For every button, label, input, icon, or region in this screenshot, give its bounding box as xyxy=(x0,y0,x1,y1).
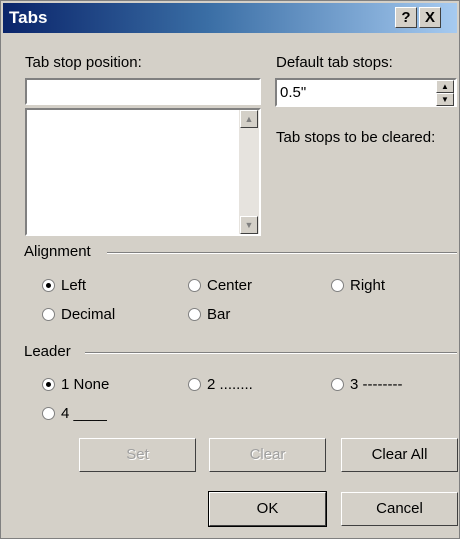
set-button[interactable]: Set xyxy=(79,438,196,472)
ok-button[interactable]: OK xyxy=(208,491,327,527)
tabs-dialog: Tabs ? X Tab stop position: ▲ ▼ Default … xyxy=(0,0,460,539)
alignment-center-radio[interactable] xyxy=(188,279,201,292)
leader-group-divider xyxy=(85,352,457,354)
leader-dashes-radio[interactable] xyxy=(331,378,344,391)
alignment-group-label: Alignment xyxy=(24,243,91,260)
window-title: Tabs xyxy=(9,8,48,27)
spin-up-icon[interactable]: ▲ xyxy=(436,80,454,93)
clear-button[interactable]: Clear xyxy=(209,438,326,472)
default-tab-stops-label: Default tab stops: xyxy=(276,54,393,71)
alignment-left-radio[interactable] xyxy=(42,279,55,292)
alignment-right-radio[interactable] xyxy=(331,279,344,292)
leader-dots-label[interactable]: 2 ........ xyxy=(207,376,253,393)
scroll-up-icon[interactable]: ▲ xyxy=(240,110,258,128)
leader-dashes-label[interactable]: 3 -------- xyxy=(350,376,402,393)
alignment-decimal-label[interactable]: Decimal xyxy=(61,306,115,323)
alignment-decimal-radio[interactable] xyxy=(42,308,55,321)
leader-group-label: Leader xyxy=(24,343,71,360)
leader-dots-radio[interactable] xyxy=(188,378,201,391)
leader-underline-label[interactable]: 4 ____ xyxy=(61,405,107,422)
leader-underline-radio[interactable] xyxy=(42,407,55,420)
help-button[interactable]: ? xyxy=(395,7,417,28)
default-tab-stops-field[interactable]: ▲ ▼ xyxy=(275,78,457,107)
alignment-bar-radio[interactable] xyxy=(188,308,201,321)
alignment-left-label[interactable]: Left xyxy=(61,277,86,294)
tab-stop-position-field[interactable] xyxy=(25,78,261,105)
tab-stop-position-input[interactable] xyxy=(27,80,259,103)
tab-stops-list[interactable]: ▲ ▼ xyxy=(25,108,261,236)
scroll-down-icon[interactable]: ▼ xyxy=(240,216,258,234)
tab-stops-to-be-cleared-label: Tab stops to be cleared: xyxy=(276,129,436,146)
title-bar[interactable]: Tabs ? X xyxy=(3,3,457,33)
alignment-bar-label[interactable]: Bar xyxy=(207,306,230,323)
cancel-button[interactable]: Cancel xyxy=(341,492,458,526)
alignment-group-divider xyxy=(107,252,457,254)
radio-selected-dot xyxy=(46,283,51,288)
spin-down-icon[interactable]: ▼ xyxy=(436,93,454,106)
leader-none-label[interactable]: 1 None xyxy=(61,376,109,393)
alignment-right-label[interactable]: Right xyxy=(350,277,385,294)
default-tab-stops-input[interactable] xyxy=(277,80,435,105)
tab-stop-position-label: Tab stop position: xyxy=(25,54,142,71)
leader-none-radio[interactable] xyxy=(42,378,55,391)
clear-all-button[interactable]: Clear All xyxy=(341,438,458,472)
list-scrollbar[interactable]: ▲ ▼ xyxy=(239,110,259,234)
close-button[interactable]: X xyxy=(419,7,441,28)
alignment-center-label[interactable]: Center xyxy=(207,277,252,294)
radio-selected-dot xyxy=(46,382,51,387)
